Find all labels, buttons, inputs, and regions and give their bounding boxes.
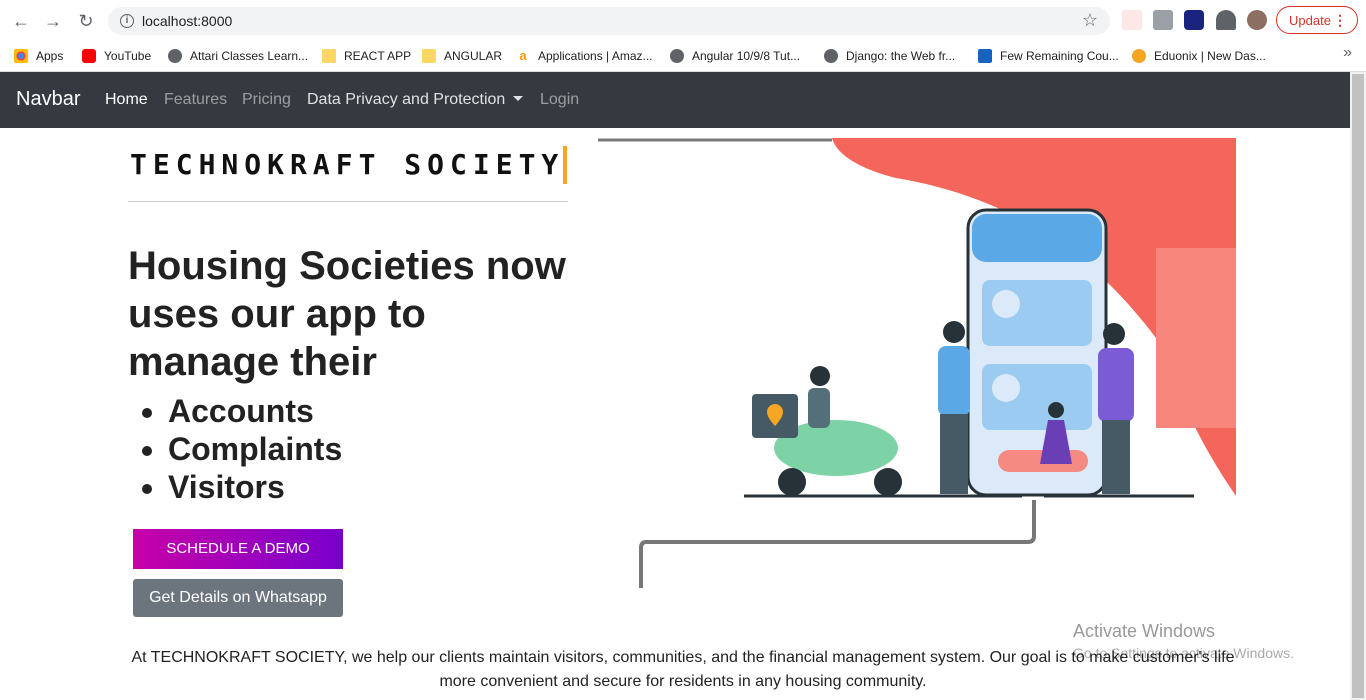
nav-dropdown-label: Data Privacy and Protection xyxy=(307,91,506,108)
back-icon[interactable]: ← xyxy=(10,10,32,32)
vertical-scrollbar[interactable] xyxy=(1350,72,1366,700)
address-bar[interactable]: i localhost:8000 ☆ xyxy=(108,7,1110,35)
extension-icon[interactable] xyxy=(1122,10,1142,30)
reload-icon[interactable]: ↻ xyxy=(75,10,97,32)
nav-pricing[interactable]: Pricing xyxy=(242,91,291,109)
bookmark-label: REACT APP xyxy=(344,49,412,63)
scrollbar-thumb[interactable] xyxy=(1352,74,1364,698)
building-shape xyxy=(1156,248,1236,428)
hero-headline: Housing Societies now uses our app to ma… xyxy=(128,244,566,384)
globe-icon xyxy=(670,49,684,63)
browser-toolbar: ← → ↻ i localhost:8000 ☆ Update ⋮ xyxy=(0,0,1366,40)
man-head xyxy=(1103,323,1125,345)
schedule-demo-button[interactable]: SCHEDULE A DEMO xyxy=(133,529,343,569)
man-legs xyxy=(1102,420,1130,494)
typewriter-title: TECHNOKRAFT SOCIETY xyxy=(130,148,565,181)
menu-icon[interactable]: ⋮ xyxy=(1333,12,1347,29)
bookmark-label: ANGULAR xyxy=(444,49,503,63)
folder-icon xyxy=(322,49,336,63)
site-navbar: Navbar Home Features Pricing Data Privac… xyxy=(0,72,1350,128)
scooter-wheel xyxy=(778,468,806,496)
apps-icon xyxy=(14,49,28,63)
bookmark-star-icon[interactable]: ☆ xyxy=(1082,10,1098,31)
bookmark-react-app[interactable]: REACT APP xyxy=(322,46,411,66)
footer-description: At TECHNOKRAFT SOCIETY, we help our clie… xyxy=(131,649,1235,690)
bookmark-apps[interactable]: Apps xyxy=(14,46,63,66)
guard-head xyxy=(943,321,965,343)
folder-icon xyxy=(422,49,436,63)
activate-windows-title: Activate Windows xyxy=(1073,621,1216,641)
list-item: Complaints xyxy=(168,430,342,468)
navbar-brand[interactable]: Navbar xyxy=(16,88,80,111)
nav-login[interactable]: Login xyxy=(540,91,579,109)
puzzle-icon[interactable] xyxy=(1216,10,1236,30)
bookmark-amazon[interactable]: a Applications | Amaz... xyxy=(516,46,653,66)
divider xyxy=(128,201,568,202)
girl-head xyxy=(1048,402,1064,418)
forward-icon[interactable]: → xyxy=(42,10,64,32)
nav-home[interactable]: Home xyxy=(105,91,148,109)
bookmark-attari[interactable]: Attari Classes Learn... xyxy=(168,46,308,66)
bookmark-label: YouTube xyxy=(104,49,152,63)
page-content: Navbar Home Features Pricing Data Privac… xyxy=(0,72,1350,700)
guard-legs xyxy=(940,414,968,494)
phone-header xyxy=(972,214,1102,262)
bookmarks-bar: Apps YouTube Attari Classes Learn... REA… xyxy=(0,40,1366,72)
bookmark-few-remaining[interactable]: Few Remaining Cou... xyxy=(978,46,1119,66)
caret-down-icon xyxy=(513,96,524,101)
bookmark-angular[interactable]: ANGULAR xyxy=(422,46,502,66)
site-info-icon[interactable]: i xyxy=(120,14,134,28)
eduonix-icon xyxy=(1132,49,1146,63)
extension-icon[interactable] xyxy=(1184,10,1204,30)
youtube-icon xyxy=(82,49,96,63)
bookmark-django[interactable]: Django: the Web fr... xyxy=(824,46,955,66)
hero-illustration xyxy=(598,138,1236,588)
globe-icon xyxy=(824,49,838,63)
list-item: Accounts xyxy=(168,392,342,430)
globe-icon xyxy=(168,49,182,63)
nav-features[interactable]: Features xyxy=(164,91,227,109)
feature-list: Accounts Complaints Visitors xyxy=(168,392,342,506)
rupee-icon xyxy=(992,290,1020,318)
more-bookmarks-icon[interactable]: » xyxy=(1343,44,1352,62)
connector-line xyxy=(639,500,1036,588)
update-button[interactable]: Update ⋮ xyxy=(1276,6,1358,34)
rider-head xyxy=(810,366,830,386)
bookmark-label: Attari Classes Learn... xyxy=(190,49,309,63)
extension-icon[interactable] xyxy=(1153,10,1173,30)
amazon-icon: a xyxy=(516,49,530,63)
car-icon xyxy=(992,374,1020,402)
man-body xyxy=(1098,348,1134,422)
avatar[interactable] xyxy=(1247,10,1267,30)
url-text[interactable]: localhost:8000 xyxy=(142,13,232,29)
whatsapp-button[interactable]: Get Details on Whatsapp xyxy=(133,579,343,617)
update-label: Update xyxy=(1289,12,1331,28)
bookmark-label: Applications | Amaz... xyxy=(538,49,653,63)
bookmark-label: Eduonix | New Das... xyxy=(1154,49,1266,63)
nav-data-privacy-dropdown[interactable]: Data Privacy and Protection xyxy=(307,91,524,109)
bookmark-label: Apps xyxy=(36,49,64,63)
typewriter-cursor xyxy=(563,146,567,184)
bookmark-label: Few Remaining Cou... xyxy=(1000,49,1119,63)
site-icon xyxy=(978,49,992,63)
guard-body xyxy=(938,346,970,416)
bookmark-youtube[interactable]: YouTube xyxy=(82,46,151,66)
bookmark-label: Django: the Web fr... xyxy=(846,49,956,63)
rider-body xyxy=(808,388,830,428)
list-item: Visitors xyxy=(168,468,342,506)
bookmark-eduonix[interactable]: Eduonix | New Das... xyxy=(1132,46,1266,66)
bookmark-label: Angular 10/9/8 Tut... xyxy=(692,49,801,63)
bookmark-angular-tut[interactable]: Angular 10/9/8 Tut... xyxy=(670,46,800,66)
scooter-wheel xyxy=(874,468,902,496)
